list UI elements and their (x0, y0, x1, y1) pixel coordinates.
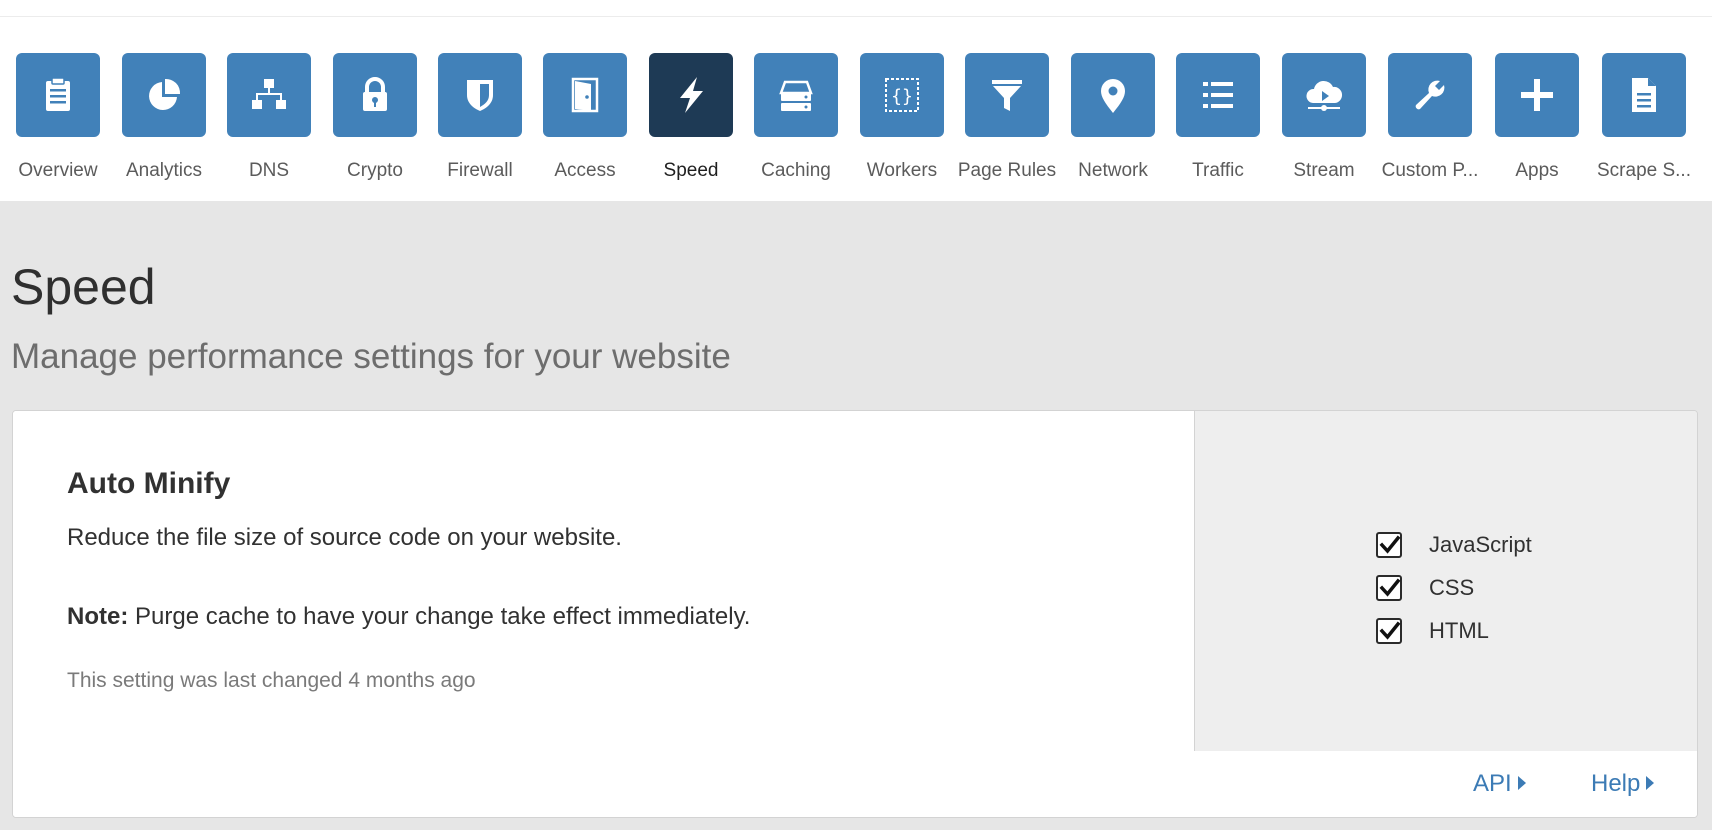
note-text: Purge cache to have your change take eff… (128, 603, 751, 630)
nav-item-stream[interactable]: Stream (1272, 53, 1376, 193)
nav-tile-traffic (1176, 53, 1260, 137)
nav-tile-speed (649, 53, 733, 137)
caret-right-icon (1517, 775, 1526, 790)
card-description-panel: Auto Minify Reduce the file size of sour… (13, 411, 1194, 751)
plus-icon (1521, 79, 1553, 111)
checkbox-css-box[interactable] (1376, 575, 1402, 601)
caret-right-icon (1646, 775, 1655, 790)
checkbox-label: JavaScript (1429, 532, 1532, 557)
nav-label: Stream (1293, 160, 1355, 181)
checkbox-html[interactable]: HTML (1376, 617, 1596, 647)
filter-icon (992, 80, 1022, 111)
svg-text:{}: {} (891, 86, 913, 107)
api-link[interactable]: API (1473, 770, 1526, 798)
page-subtitle: Manage performance settings for your web… (11, 337, 731, 376)
nav-label: Workers (866, 160, 938, 181)
document-icon (1632, 78, 1656, 112)
top-bar: Overview Analytics DNS Crypto Firewall A… (0, 0, 1712, 201)
card-title: Auto Minify (67, 467, 231, 500)
nav-item-network[interactable]: Network (1061, 53, 1165, 193)
nav-item-speed[interactable]: Speed (639, 53, 743, 193)
nav-tile-caching (754, 53, 838, 137)
sitemap-icon (252, 79, 286, 109)
pie-chart-icon (149, 78, 181, 110)
card-control-panel: JavaScript CSS HTML (1194, 411, 1697, 751)
nav-label: Analytics (125, 160, 203, 181)
nav-label: Access (554, 160, 616, 181)
nav-label: Speed (663, 160, 719, 181)
nav-label: Caching (761, 160, 831, 181)
nav-tile-custom-pages (1388, 53, 1472, 137)
cloud-play-icon (1306, 80, 1343, 111)
nav-tile-page-rules (965, 53, 1049, 137)
nav-item-traffic[interactable]: Traffic (1166, 53, 1270, 193)
nav-tile-network (1071, 53, 1155, 137)
note-label: Note: (67, 603, 129, 630)
nav-item-crypto[interactable]: Crypto (323, 53, 427, 193)
checkbox-label: HTML (1429, 618, 1489, 643)
server-icon (779, 80, 813, 111)
nav-tile-stream (1282, 53, 1366, 137)
nav-label: Custom P... (1381, 160, 1479, 181)
nav-label: DNS (248, 160, 290, 181)
checkbox-label: CSS (1429, 575, 1475, 600)
auto-minify-card: Auto Minify Reduce the file size of sour… (12, 410, 1698, 818)
wrench-icon (1415, 80, 1445, 110)
checkmark-icon (1379, 535, 1401, 554)
app-nav: Overview Analytics DNS Crypto Firewall A… (0, 53, 1712, 193)
nav-item-scrape-shield[interactable]: Scrape S... (1592, 53, 1696, 193)
lock-icon (363, 77, 387, 111)
nav-label: Traffic (1192, 160, 1244, 181)
page-title: Speed (11, 259, 156, 315)
nav-tile-dns (227, 53, 311, 137)
help-link[interactable]: Help (1591, 770, 1655, 798)
nav-item-custom-pages[interactable]: Custom P... (1378, 53, 1482, 193)
checkmark-icon (1379, 621, 1401, 640)
card-footer: API Help (13, 752, 1697, 817)
shield-icon (467, 80, 493, 111)
nav-item-page-rules[interactable]: Page Rules (955, 53, 1059, 193)
nav-tile-overview (16, 53, 100, 137)
nav-item-dns[interactable]: DNS (217, 53, 321, 193)
nav-tile-analytics (122, 53, 206, 137)
help-link-label: Help (1591, 770, 1641, 797)
nav-item-analytics[interactable]: Analytics (112, 53, 216, 193)
nav-item-firewall[interactable]: Firewall (428, 53, 532, 193)
nav-label: Page Rules (957, 160, 1057, 181)
nav-label: Crypto (347, 160, 403, 181)
lightning-icon (680, 77, 703, 113)
card-description: Reduce the file size of source code on y… (67, 524, 622, 551)
checkbox-javascript-box[interactable] (1376, 532, 1402, 558)
nav-item-apps[interactable]: Apps (1485, 53, 1589, 193)
door-icon (571, 77, 599, 113)
checkmark-icon (1379, 578, 1401, 597)
last-changed-text: This setting was last changed 4 months a… (67, 669, 476, 692)
nav-label: Network (1078, 160, 1148, 181)
nav-tile-apps (1495, 53, 1579, 137)
checkbox-css[interactable]: CSS (1376, 574, 1596, 604)
nav-item-overview[interactable]: Overview (6, 53, 110, 193)
nav-tile-scrape-shield (1602, 53, 1686, 137)
clipboard-icon (46, 77, 70, 111)
card-note: Note: Purge cache to have your change ta… (67, 603, 750, 631)
nav-label: Firewall (447, 160, 513, 181)
checkbox-html-box[interactable] (1376, 618, 1402, 644)
nav-item-caching[interactable]: Caching (744, 53, 848, 193)
card-body: Auto Minify Reduce the file size of sour… (13, 411, 1697, 751)
nav-item-access[interactable]: Access (533, 53, 637, 193)
nav-tile-firewall (438, 53, 522, 137)
nav-label: Apps (1515, 160, 1559, 181)
checkbox-javascript[interactable]: JavaScript (1376, 531, 1596, 561)
nav-item-workers[interactable]: {} Workers (850, 53, 954, 193)
map-pin-icon (1101, 79, 1125, 113)
nav-label: Scrape S... (1597, 160, 1691, 181)
list-icon (1203, 82, 1233, 108)
nav-label: Overview (18, 160, 98, 181)
braces-icon: {} (885, 78, 919, 112)
top-divider (0, 16, 1712, 17)
api-link-label: API (1473, 770, 1512, 797)
nav-tile-crypto (333, 53, 417, 137)
nav-tile-workers: {} (860, 53, 944, 137)
nav-tile-access (543, 53, 627, 137)
